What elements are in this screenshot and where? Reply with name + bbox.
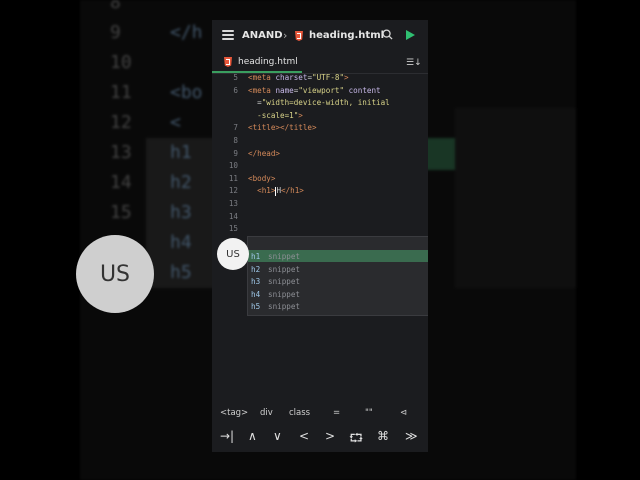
run-icon[interactable]: [406, 30, 415, 40]
code-line[interactable]: <title></title>: [248, 123, 317, 132]
snippet-bar: <tag> div class = "" ⊲: [212, 404, 428, 422]
code-line[interactable]: ="width=device-width, initial: [248, 98, 390, 107]
bg-us-badge: US: [76, 235, 154, 313]
snippet-key[interactable]: =: [333, 408, 340, 418]
chevron-right-icon: ›: [283, 29, 288, 42]
autocomplete-item[interactable]: h1 snippet: [248, 250, 428, 263]
us-badge: US: [217, 238, 249, 270]
current-file-name[interactable]: heading.html: [309, 30, 384, 41]
code-line[interactable]: -scale=1">: [248, 111, 303, 120]
code-line[interactable]: </head>: [248, 149, 280, 158]
top-bar: ANAND › heading.html: [212, 20, 428, 52]
snippet-key[interactable]: <tag>: [220, 408, 248, 418]
bg-code-line: 12 <: [110, 112, 181, 133]
send-icon[interactable]: ⊲: [400, 408, 407, 418]
tab-key[interactable]: →|: [220, 429, 234, 443]
line-number: 13: [228, 199, 238, 208]
line-number: 12: [228, 186, 238, 196]
repeat-icon[interactable]: ⮔: [349, 429, 363, 450]
line-number: 9: [233, 148, 238, 158]
html5-icon: [224, 57, 232, 67]
bg-code-line: 13 h1: [110, 142, 192, 163]
line-number: 11: [228, 173, 238, 183]
snippet-key[interactable]: div: [260, 408, 273, 418]
menu-icon[interactable]: [222, 30, 234, 40]
code-line[interactable]: <h1>H</h1>: [248, 186, 304, 196]
tab-label: heading.html: [238, 57, 298, 67]
tab-heading-html[interactable]: heading.html: [212, 52, 302, 73]
arrow-right-key[interactable]: >: [325, 429, 335, 443]
key-bar: →| ∧ ∨ < > ⮔ ⌘ ≫: [212, 426, 428, 448]
line-number: 7: [233, 123, 238, 133]
bg-code-line: 11 <bo: [110, 82, 203, 103]
arrow-down-key[interactable]: ∨: [273, 429, 282, 443]
snippet-key[interactable]: class: [289, 408, 310, 418]
more-keys-icon[interactable]: ≫: [405, 429, 418, 443]
line-number: 8: [233, 136, 238, 145]
code-line[interactable]: <meta name="viewport" content: [248, 86, 381, 95]
line-number: 15: [228, 224, 238, 234]
editor-window: ANAND › heading.html heading.html ☰↓ 5 <m…: [212, 20, 428, 452]
tab-bar: heading.html ☰↓: [212, 52, 428, 74]
search-icon[interactable]: [382, 29, 393, 40]
line-number: 5: [233, 73, 238, 82]
autocomplete-popup: h1 snippet h2 snippet h3 snippet h4 snippet h5 sn…: [247, 236, 428, 316]
code-line[interactable]: <meta charset="UTF-8">: [248, 73, 349, 82]
autocomplete-item[interactable]: h2 snippet: [248, 263, 428, 275]
html5-icon: [295, 31, 303, 41]
line-number: 14: [228, 211, 238, 221]
arrow-left-key[interactable]: <: [299, 429, 309, 443]
line-number: 10: [228, 161, 238, 171]
bg-code-line: 9 </h: [110, 22, 203, 43]
sort-icon[interactable]: ☰↓: [406, 58, 422, 68]
snippet-key[interactable]: "": [365, 408, 373, 418]
bg-code-line: 8: [110, 0, 121, 13]
bg-code-panel: [455, 108, 576, 288]
autocomplete-item[interactable]: h3 snippet: [248, 275, 428, 287]
line-number: 6: [233, 85, 238, 95]
bg-code-line: 10: [110, 52, 132, 73]
autocomplete-item[interactable]: h4 snippet: [248, 288, 428, 300]
autocomplete-item[interactable]: h5 snippet: [248, 300, 428, 312]
project-name[interactable]: ANAND: [242, 30, 283, 41]
arrow-up-key[interactable]: ∧: [248, 429, 257, 443]
bg-code-line: 14 h2: [110, 172, 192, 193]
code-line[interactable]: <body>: [248, 174, 275, 183]
bg-code-line: 15 h3: [110, 202, 192, 223]
code-editor[interactable]: 5 <meta charset="UTF-8"> 6 <meta name="view…: [212, 73, 428, 403]
command-icon[interactable]: ⌘: [377, 429, 389, 443]
